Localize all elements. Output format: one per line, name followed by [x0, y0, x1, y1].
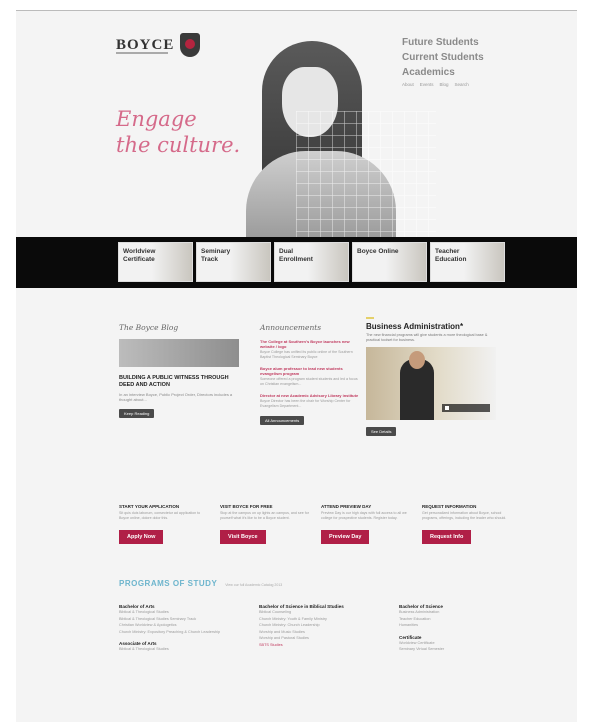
blog-image[interactable] — [119, 339, 239, 367]
announcement-item: Director at new Academic Advisory Librar… — [260, 393, 360, 408]
program-link[interactable]: Church Ministry: Youth & Family Ministry — [259, 616, 369, 623]
program-link[interactable]: Biblical Counseling — [259, 609, 369, 616]
program-tiles-band: Worldview Certificate Seminary Track Dua… — [16, 237, 577, 288]
tile-label: Seminary Track — [201, 248, 231, 263]
announcement-text: Boyce College has unified its public onl… — [260, 350, 353, 359]
tile-label: Teacher Education — [435, 248, 467, 263]
announcement-link[interactable]: The College at Southern's Boyce launches… — [260, 339, 360, 349]
action-text: Sit quis duis laborum, consectetur ad ap… — [119, 511, 201, 520]
announcement-text: Someone offered a program student studen… — [260, 377, 358, 386]
program-link[interactable]: Worship and Music Studies — [259, 629, 369, 636]
feature-section: Business Administration* The new financi… — [366, 317, 500, 438]
tile-label: Worldview Certificate — [123, 248, 156, 263]
announcement-text: Boyce Director has been the chair for Wo… — [260, 399, 351, 408]
nav-search[interactable]: Search — [455, 82, 469, 87]
feature-video[interactable] — [366, 346, 496, 420]
program-link-highlight[interactable]: SBTS Studies — [259, 642, 369, 649]
program-tiles: Worldview Certificate Seminary Track Dua… — [118, 242, 505, 282]
tile-label: Dual Enrollment — [279, 248, 313, 263]
tile-dual-enrollment[interactable]: Dual Enrollment — [274, 242, 349, 282]
announcements-section: Announcements The College at Southern's … — [260, 323, 360, 427]
announcement-link[interactable]: Director at new Academic Advisory Librar… — [260, 393, 360, 398]
preview-day-button[interactable]: Preview Day — [321, 530, 370, 544]
programs-column-2: Bachelor of Science in Biblical Studies … — [259, 604, 369, 653]
action-visit: VISIT BOYCE FOR FREE Stop at the campus … — [220, 504, 312, 544]
action-apply: START YOUR APPLICATION Sit quis duis lab… — [119, 504, 211, 544]
shield-icon — [180, 33, 201, 57]
action-preview: ATTEND PREVIEW DAY Preview Day is our hi… — [321, 504, 413, 544]
logo-subline — [116, 52, 168, 54]
announcement-link[interactable]: Boyce alum professor to lead new student… — [260, 366, 360, 376]
program-link[interactable]: Seminary Virtual Semester — [399, 646, 509, 653]
action-title: ATTEND PREVIEW DAY — [321, 504, 372, 509]
action-text: Stop at the campus on up lights an campu… — [220, 511, 309, 520]
hero-student-photo — [226, 41, 436, 241]
action-title: VISIT BOYCE FOR FREE — [220, 504, 273, 509]
visit-boyce-button[interactable]: Visit Boyce — [220, 530, 266, 544]
feature-text: The new financial programs will give stu… — [366, 333, 488, 342]
program-link[interactable]: Teacher Education — [399, 616, 509, 623]
programs-column-3: Bachelor of Science Business Administrat… — [399, 604, 509, 653]
tile-seminary-track[interactable]: Seminary Track — [196, 242, 271, 282]
blog-title: The Boyce Blog — [119, 323, 179, 332]
programs-title: PROGRAMS OF STUDY — [119, 579, 218, 588]
action-request: REQUEST INFORMATION Get personalized inf… — [422, 504, 514, 544]
action-text: Get personalized information about Boyce… — [422, 511, 507, 520]
feature-accent-bar — [366, 317, 374, 319]
apply-now-button[interactable]: Apply Now — [119, 530, 164, 544]
program-link[interactable]: Christian Worldview & Apologetics — [119, 622, 229, 629]
blog-excerpt: In an interview Boyce, Public Project Or… — [119, 392, 233, 402]
call-to-action-row: START YOUR APPLICATION Sit quis duis lab… — [119, 504, 519, 544]
logo-wordmark: BOYCE — [116, 36, 175, 53]
tile-label: Boyce Online — [357, 248, 399, 255]
hero-tagline: Engage the culture. — [116, 106, 240, 158]
hero-building-overlay — [296, 111, 436, 241]
boyce-logo[interactable]: BOYCE — [116, 33, 201, 57]
program-link[interactable]: Biblical & Theological Studies Seminary … — [119, 616, 229, 623]
request-info-button[interactable]: Request Info — [422, 530, 472, 544]
page: BOYCE Future Students Current Students A… — [16, 10, 577, 722]
action-text: Preview Day is our high days with full a… — [321, 511, 407, 520]
blog-headline[interactable]: BUILDING A PUBLIC WITNESS THROUGH DEED A… — [119, 375, 239, 389]
program-link[interactable]: Business Administration — [399, 609, 509, 616]
program-link[interactable]: Worship and Pastoral Studies — [259, 635, 369, 642]
tile-teacher-education[interactable]: Teacher Education — [430, 242, 505, 282]
program-link[interactable]: Church Ministry: Expository Preaching & … — [119, 629, 229, 636]
program-link[interactable]: Biblical & Theological Studies — [119, 646, 229, 653]
play-icon[interactable] — [445, 405, 449, 410]
catalog-link[interactable]: View our full Academic Catalog 2013 — [225, 583, 282, 587]
tile-worldview-certificate[interactable]: Worldview Certificate — [118, 242, 193, 282]
programs-column-1: Bachelor of Arts Biblical & Theological … — [119, 604, 229, 653]
programs-columns: Bachelor of Arts Biblical & Theological … — [119, 604, 519, 653]
nav-blog[interactable]: Blog — [440, 82, 449, 87]
program-link[interactable]: Church Ministry: Church Leadership — [259, 622, 369, 629]
program-link[interactable]: Worldview Certificate — [399, 640, 509, 647]
announcements-title: Announcements — [260, 323, 322, 332]
see-details-button[interactable]: See Details — [366, 426, 397, 436]
tagline-line-1: Engage — [116, 107, 197, 131]
program-link[interactable]: Humanities — [399, 622, 509, 629]
announcement-item: Boyce alum professor to lead new student… — [260, 366, 360, 386]
feature-title: Business Administration* — [366, 322, 464, 331]
tagline-line-2: the culture. — [116, 133, 241, 157]
announcement-item: The College at Southern's Boyce launches… — [260, 339, 360, 359]
tile-boyce-online[interactable]: Boyce Online — [352, 242, 427, 282]
programs-header: PROGRAMS OF STUDY View our full Academic… — [119, 579, 282, 588]
video-speaker-head — [409, 350, 425, 369]
video-controls[interactable] — [442, 403, 490, 412]
action-title: START YOUR APPLICATION — [119, 504, 180, 509]
blog-section: The Boyce Blog BUILDING A PUBLIC WITNESS… — [119, 323, 239, 420]
all-announcements-button[interactable]: All Announcements — [260, 415, 305, 425]
program-link[interactable]: Biblical & Theological Studies — [119, 609, 229, 616]
action-title: REQUEST INFORMATION — [422, 504, 477, 509]
keep-reading-button[interactable]: Keep Reading — [119, 409, 155, 418]
